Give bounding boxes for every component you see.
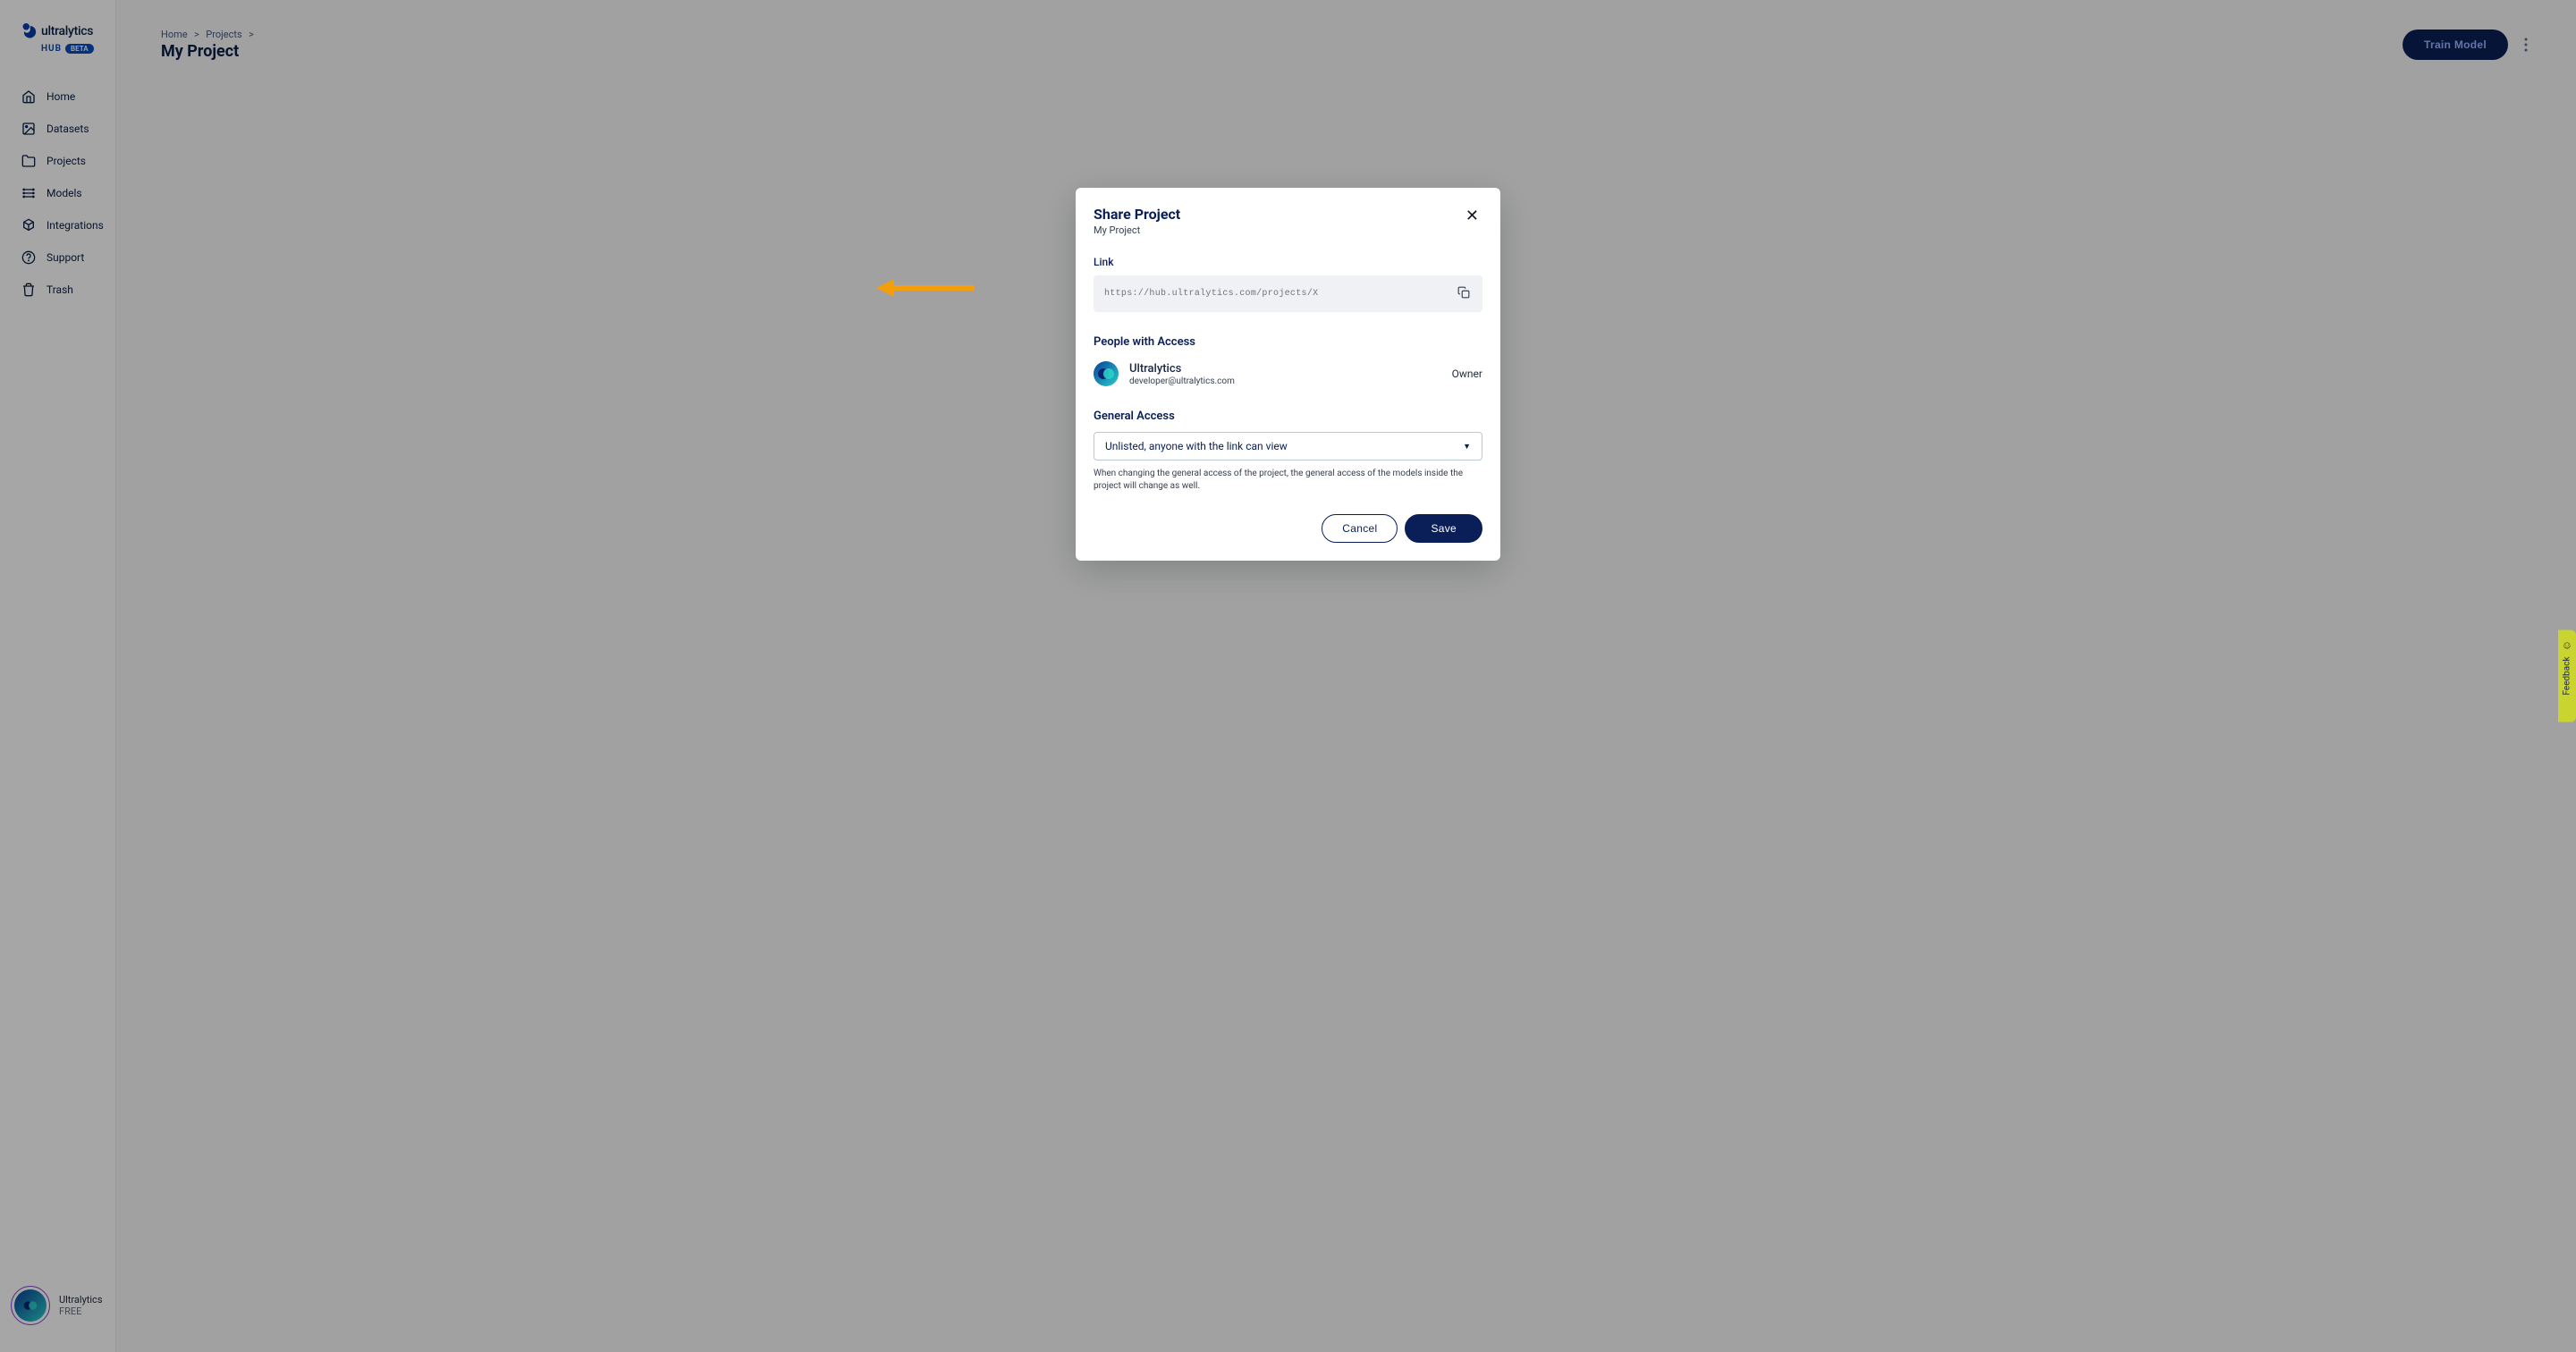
caret-down-icon: ▼ [1463, 442, 1471, 452]
dialog-titles: Share Project My Project [1094, 206, 1180, 236]
person-name: Ultralytics [1129, 362, 1441, 376]
share-dialog: Share Project My Project ✕ Link https://… [1076, 188, 1500, 561]
link-value[interactable]: https://hub.ultralytics.com/projects/X [1104, 289, 1318, 299]
access-select[interactable]: Unlisted, anyone with the link can view … [1094, 432, 1482, 461]
copy-icon [1457, 286, 1470, 301]
general-section: General Access Unlisted, anyone with the… [1094, 410, 1482, 493]
people-section: People with Access Ultralytics developer… [1094, 335, 1482, 386]
person-info: Ultralytics developer@ultralytics.com [1129, 362, 1441, 386]
dialog-title: Share Project [1094, 206, 1180, 223]
dialog-actions: Cancel Save [1094, 514, 1482, 543]
copy-button[interactable] [1456, 284, 1472, 303]
feedback-label: Feedback [2563, 656, 2572, 695]
person-email: developer@ultralytics.com [1129, 376, 1441, 386]
dialog-header: Share Project My Project ✕ [1094, 206, 1482, 236]
link-box: https://hub.ultralytics.com/projects/X [1094, 275, 1482, 312]
person-avatar [1094, 361, 1119, 386]
close-button[interactable]: ✕ [1462, 206, 1482, 225]
modal-overlay[interactable]: Share Project My Project ✕ Link https://… [0, 0, 2576, 1352]
helper-text: When changing the general access of the … [1094, 468, 1482, 493]
feedback-tab[interactable]: Feedback ☺ [2558, 630, 2576, 722]
smiley-icon: ☺ [2561, 638, 2573, 651]
arrow-annotation [876, 277, 975, 302]
person-role: Owner [1452, 368, 1482, 380]
access-selected: Unlisted, anyone with the link can view [1105, 440, 1288, 452]
save-button[interactable]: Save [1405, 514, 1482, 543]
person-row: Ultralytics developer@ultralytics.com Ow… [1094, 361, 1482, 386]
general-heading: General Access [1094, 410, 1482, 423]
people-heading: People with Access [1094, 335, 1482, 349]
cancel-button[interactable]: Cancel [1322, 514, 1398, 543]
close-icon: ✕ [1465, 207, 1479, 224]
link-label: Link [1094, 256, 1482, 268]
dialog-subtitle: My Project [1094, 224, 1180, 236]
